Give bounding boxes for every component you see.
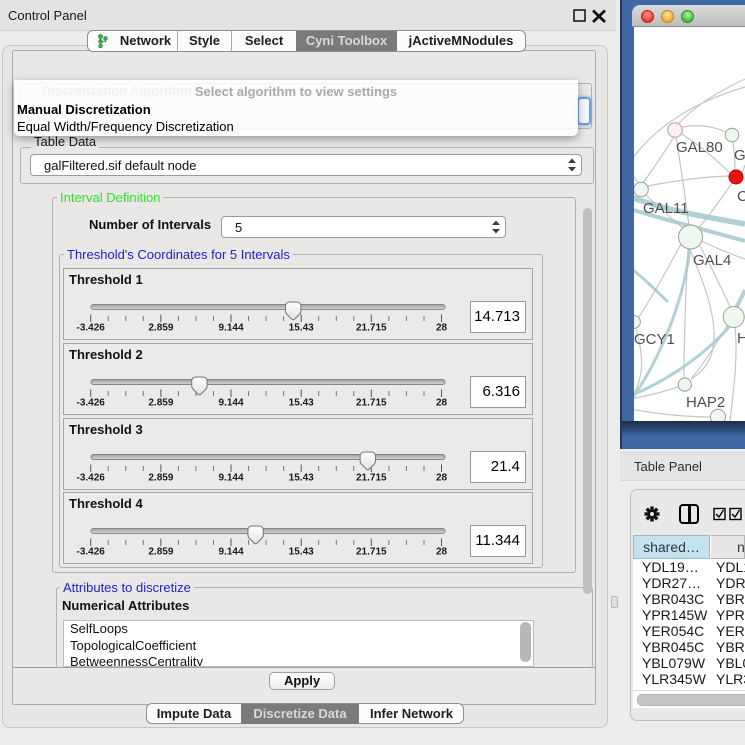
svg-text:15.43: 15.43 <box>289 547 314 558</box>
svg-text:-3.426: -3.426 <box>77 547 106 558</box>
svg-text:9.144: 9.144 <box>218 398 243 409</box>
svg-text:GAL11: GAL11 <box>643 200 689 217</box>
svg-text:GCY1: GCY1 <box>634 331 675 348</box>
svg-text:21.715: 21.715 <box>356 323 387 334</box>
svg-text:21.715: 21.715 <box>356 547 387 558</box>
svg-text:2.859: 2.859 <box>148 547 173 558</box>
svg-text:-3.426: -3.426 <box>77 473 106 484</box>
svg-text:2.859: 2.859 <box>148 398 173 409</box>
svg-text:2.859: 2.859 <box>148 323 173 334</box>
svg-text:GAL4: GAL4 <box>693 252 731 269</box>
svg-text:9.144: 9.144 <box>218 547 243 558</box>
svg-text:2.859: 2.859 <box>148 473 173 484</box>
svg-text:15.43: 15.43 <box>289 398 314 409</box>
svg-text:-3.426: -3.426 <box>77 323 106 334</box>
svg-text:15.43: 15.43 <box>289 473 314 484</box>
svg-text:15.43: 15.43 <box>289 323 314 334</box>
svg-text:28: 28 <box>436 547 448 558</box>
svg-text:H: H <box>737 330 745 347</box>
svg-text:GAL80: GAL80 <box>676 139 723 156</box>
svg-text:28: 28 <box>436 398 448 409</box>
svg-text:21.715: 21.715 <box>356 398 387 409</box>
svg-text:28: 28 <box>436 323 448 334</box>
svg-text:GA: GA <box>734 147 745 164</box>
svg-text:HAP2: HAP2 <box>686 394 725 411</box>
svg-text:9.144: 9.144 <box>218 323 243 334</box>
svg-text:28: 28 <box>436 473 448 484</box>
svg-text:9.144: 9.144 <box>218 473 243 484</box>
svg-text:21.715: 21.715 <box>356 473 387 484</box>
svg-text:-3.426: -3.426 <box>77 398 106 409</box>
svg-text:C: C <box>737 188 745 205</box>
